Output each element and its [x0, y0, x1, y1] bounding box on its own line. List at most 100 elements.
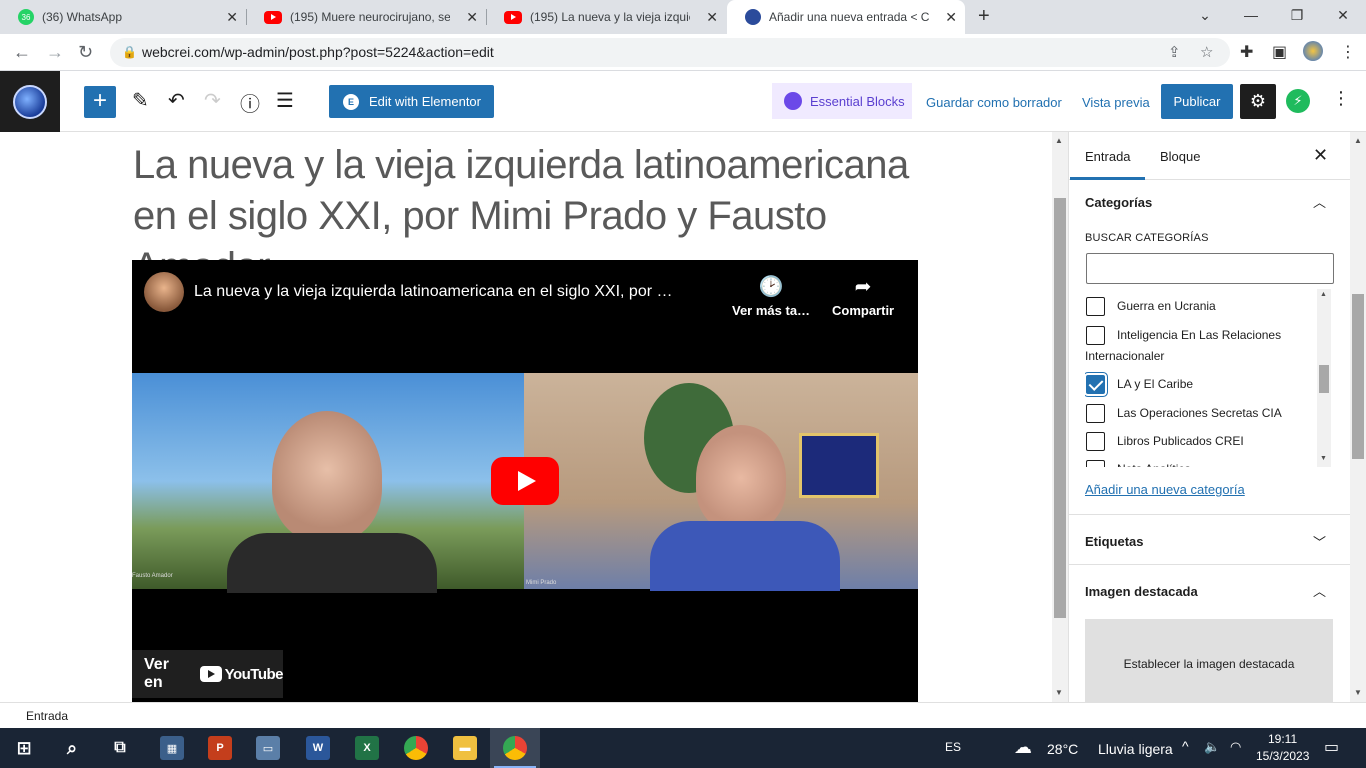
tab-whatsapp[interactable]: 36 (36) WhatsApp ✕: [0, 0, 246, 34]
chevron-up-icon[interactable]: ^: [1182, 738, 1189, 754]
save-draft-button[interactable]: Guardar como borrador: [926, 95, 1062, 110]
list-item[interactable]: Nota Analítica: [1085, 458, 1317, 467]
language-indicator[interactable]: ES: [945, 740, 961, 754]
tab-youtube-2[interactable]: (195) La nueva y la vieja izquierd… ✕: [486, 0, 726, 34]
speaker-icon[interactable]: 🔈: [1204, 739, 1220, 755]
list-item[interactable]: Inteligencia En Las Relaciones Internaci…: [1085, 324, 1317, 367]
list-item[interactable]: Guerra en Ucrania: [1085, 295, 1317, 317]
edit-with-elementor-button[interactable]: E Edit with Elementor: [329, 85, 494, 118]
watch-on-youtube-button[interactable]: Ver en YouTube: [132, 650, 284, 698]
scroll-up-icon[interactable]: ▲: [1055, 136, 1063, 145]
chevron-down-icon[interactable]: ﹀: [1313, 532, 1326, 551]
lock-icon[interactable]: 🔒: [122, 38, 137, 67]
tab-search-icon[interactable]: ⌄: [1182, 0, 1228, 34]
page-scrollbar[interactable]: ▲ ▼: [1350, 132, 1366, 702]
breadcrumb-item[interactable]: Entrada: [26, 709, 68, 723]
scroll-down-icon[interactable]: ▼: [1055, 688, 1063, 697]
restore-icon[interactable]: ❐: [1274, 0, 1320, 34]
side-panel-icon[interactable]: ▣: [1272, 42, 1287, 62]
powerpoint-icon[interactable]: P: [208, 736, 232, 760]
word-icon[interactable]: W: [306, 736, 330, 760]
scroll-up-icon[interactable]: ▲: [1320, 291, 1327, 298]
reload-icon[interactable]: ↻: [78, 42, 93, 63]
chrome-profile-icon[interactable]: [503, 736, 527, 760]
tab-youtube-1[interactable]: (195) Muere neurocirujano, se m… ✕: [246, 0, 486, 34]
essential-blocks-button[interactable]: Essential Blocks: [772, 83, 912, 119]
featured-image-heading[interactable]: Imagen destacada: [1085, 584, 1198, 599]
settings-gear-icon[interactable]: ⚙: [1240, 84, 1276, 119]
site-logo[interactable]: [0, 71, 60, 132]
share-icon[interactable]: ⇪: [1168, 38, 1181, 67]
publish-button[interactable]: Publicar: [1161, 84, 1233, 119]
close-window-icon[interactable]: ✕: [1320, 0, 1366, 34]
list-item[interactable]: Libros Publicados CREI: [1085, 430, 1317, 452]
close-icon[interactable]: ✕: [226, 9, 238, 26]
list-view-icon[interactable]: ☰: [276, 88, 294, 113]
youtube-embed[interactable]: La nueva y la vieja izquierda latinoamer…: [132, 260, 918, 702]
chrome-icon[interactable]: [404, 736, 428, 760]
play-button[interactable]: [491, 457, 559, 505]
add-category-link[interactable]: Añadir una nueva categoría: [1085, 482, 1245, 497]
category-checkbox[interactable]: [1086, 375, 1105, 394]
video-title[interactable]: La nueva y la vieja izquierda latinoamer…: [194, 283, 724, 301]
browser-menu-icon[interactable]: ⋮: [1340, 42, 1356, 62]
category-checkbox[interactable]: [1086, 460, 1105, 467]
extensions-icon[interactable]: ✚: [1240, 42, 1253, 62]
minimize-icon[interactable]: —: [1228, 0, 1274, 34]
pencil-icon[interactable]: ✎: [132, 88, 149, 113]
wifi-icon[interactable]: ◠: [1230, 739, 1241, 755]
scroll-up-icon[interactable]: ▲: [1354, 136, 1362, 145]
category-checkbox[interactable]: [1086, 432, 1105, 451]
file-explorer-icon[interactable]: ▬: [453, 736, 477, 760]
watch-later-button[interactable]: 🕑 Ver más ta…: [732, 274, 810, 318]
clock-time[interactable]: 19:11: [1268, 732, 1297, 746]
categories-heading[interactable]: Categorías: [1085, 195, 1152, 210]
remote-desktop-icon[interactable]: ▭: [256, 736, 280, 760]
set-featured-image-button[interactable]: Establecer la imagen destacada: [1085, 619, 1333, 702]
channel-avatar[interactable]: [144, 272, 184, 312]
more-options-icon[interactable]: ⋮: [1332, 88, 1350, 109]
redo-icon[interactable]: ↷: [204, 88, 221, 113]
excel-icon[interactable]: X: [355, 736, 379, 760]
scroll-down-icon[interactable]: ▼: [1354, 688, 1362, 697]
category-checkbox[interactable]: [1086, 326, 1105, 345]
performance-icon[interactable]: ⚡: [1286, 89, 1310, 113]
close-icon[interactable]: ✕: [466, 9, 478, 26]
new-tab-icon[interactable]: +: [978, 5, 990, 28]
calculator-icon[interactable]: ▦: [160, 736, 184, 760]
scrollbar-thumb[interactable]: [1319, 365, 1329, 393]
add-block-button[interactable]: +: [84, 86, 116, 118]
weather-temperature[interactable]: 28°C: [1047, 741, 1078, 757]
list-item[interactable]: Las Operaciones Secretas CIA: [1085, 402, 1317, 424]
chevron-up-icon[interactable]: ︿: [1313, 581, 1326, 600]
notification-icon[interactable]: ▭: [1324, 737, 1339, 757]
forward-icon[interactable]: →: [46, 42, 64, 63]
category-checkbox[interactable]: [1086, 297, 1105, 316]
undo-icon[interactable]: ↶: [168, 88, 185, 113]
info-icon[interactable]: ⓘ: [240, 88, 260, 117]
tab-post[interactable]: Entrada: [1070, 149, 1145, 180]
close-icon[interactable]: ✕: [945, 9, 957, 26]
task-view-icon[interactable]: ⧉: [108, 736, 132, 760]
url-input[interactable]: 🔒 webcrei.com/wp-admin/post.php?post=522…: [110, 38, 1230, 67]
share-button[interactable]: ➦ Compartir: [832, 274, 894, 318]
close-icon[interactable]: ✕: [706, 9, 718, 26]
category-search-input[interactable]: [1086, 253, 1334, 284]
category-list-scrollbar[interactable]: ▲ ▼: [1317, 289, 1331, 467]
scrollbar-thumb[interactable]: [1352, 294, 1364, 459]
close-icon[interactable]: ✕: [1313, 145, 1328, 166]
chevron-up-icon[interactable]: ︿: [1313, 192, 1326, 211]
profile-avatar[interactable]: [1303, 41, 1323, 61]
preview-button[interactable]: Vista previa: [1082, 95, 1150, 110]
category-checkbox[interactable]: [1086, 404, 1105, 423]
scroll-down-icon[interactable]: ▼: [1320, 455, 1327, 462]
scrollbar-thumb[interactable]: [1054, 198, 1066, 618]
windows-start-icon[interactable]: ⊞: [12, 736, 36, 760]
weather-description[interactable]: Lluvia ligera: [1098, 741, 1173, 757]
tab-wp-editor[interactable]: Añadir una nueva entrada < CRE… ✕: [727, 0, 965, 34]
editor-scrollbar[interactable]: ▲ ▼: [1052, 132, 1068, 702]
tab-block[interactable]: Bloque: [1160, 149, 1200, 164]
bookmark-star-icon[interactable]: ☆: [1200, 38, 1213, 67]
list-item[interactable]: LA y El Caribe: [1085, 373, 1317, 395]
tags-heading[interactable]: Etiquetas: [1085, 534, 1144, 549]
